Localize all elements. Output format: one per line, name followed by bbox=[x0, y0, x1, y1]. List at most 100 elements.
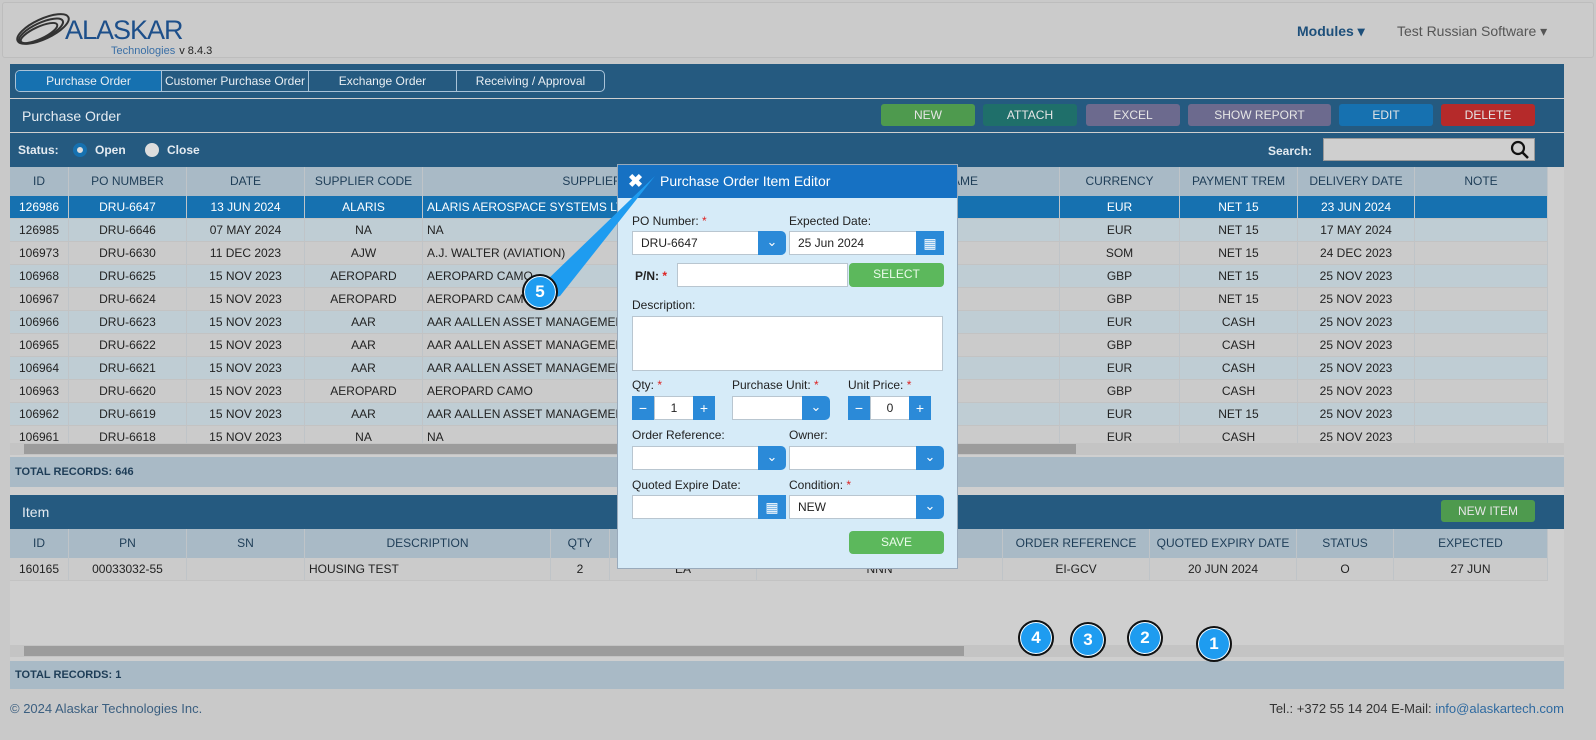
table-cell: EUR bbox=[1060, 403, 1180, 425]
table-cell: O bbox=[1297, 558, 1394, 580]
item-title: Item bbox=[22, 504, 50, 520]
column-header[interactable]: ORDER REFERENCE bbox=[1003, 529, 1150, 558]
table-cell: GBP bbox=[1060, 380, 1180, 402]
column-header[interactable]: EXPECTED bbox=[1394, 529, 1548, 558]
table-cell: DRU-6630 bbox=[69, 242, 187, 264]
tab-exchange-order[interactable]: Exchange Order bbox=[309, 71, 457, 91]
table-cell bbox=[1415, 242, 1548, 264]
table-cell: 00033032-55 bbox=[69, 558, 187, 580]
column-header[interactable]: DESCRIPTION bbox=[305, 529, 551, 558]
chevron-down-icon[interactable]: ⌄ bbox=[802, 396, 830, 420]
table-cell: EUR bbox=[1060, 311, 1180, 333]
search-input[interactable] bbox=[1323, 138, 1535, 161]
owner-label: Owner: bbox=[789, 428, 828, 442]
save-button[interactable]: SAVE bbox=[849, 531, 944, 554]
close-icon[interactable]: ✖ bbox=[628, 165, 643, 198]
table-cell: 106964 bbox=[10, 357, 69, 379]
table-cell: 27 JUN bbox=[1394, 558, 1548, 580]
table-cell bbox=[1415, 219, 1548, 241]
table-cell: 13 JUN 2024 bbox=[187, 196, 305, 218]
table-cell: 25 NOV 2023 bbox=[1298, 334, 1415, 356]
table-cell: NET 15 bbox=[1180, 196, 1298, 218]
search-icon[interactable] bbox=[1510, 140, 1530, 160]
attach-button[interactable]: ATTACH bbox=[983, 104, 1077, 126]
column-header[interactable]: STATUS bbox=[1297, 529, 1394, 558]
show-report-button[interactable]: SHOW REPORT bbox=[1188, 104, 1331, 126]
po-number-select[interactable]: DRU-6647 bbox=[632, 231, 760, 255]
price-minus-button[interactable]: − bbox=[848, 396, 870, 420]
table-cell: 07 MAY 2024 bbox=[187, 219, 305, 241]
table-cell: AAR bbox=[305, 403, 423, 425]
unit-price-label: Unit Price: * bbox=[848, 378, 912, 392]
pn-input[interactable] bbox=[677, 263, 848, 287]
column-header[interactable]: QUOTED EXPIRY DATE bbox=[1150, 529, 1297, 558]
column-header[interactable]: PO NUMBER bbox=[69, 167, 187, 196]
select-button[interactable]: SELECT bbox=[849, 263, 944, 287]
chevron-down-icon[interactable]: ⌄ bbox=[758, 231, 786, 255]
chevron-down-icon[interactable]: ⌄ bbox=[916, 495, 944, 519]
open-radio[interactable] bbox=[73, 143, 87, 157]
delete-button[interactable]: DELETE bbox=[1441, 104, 1535, 126]
column-header[interactable]: ID bbox=[10, 529, 69, 558]
column-header[interactable]: DATE bbox=[187, 167, 305, 196]
column-header[interactable]: NOTE bbox=[1415, 167, 1548, 196]
search-label: Search: bbox=[1268, 144, 1313, 158]
brand-name: ALASKAR bbox=[65, 15, 184, 45]
table-cell bbox=[1415, 196, 1548, 218]
quoted-expire-label: Quoted Expire Date: bbox=[632, 478, 741, 492]
column-header[interactable]: PN bbox=[69, 529, 187, 558]
table-cell bbox=[1415, 288, 1548, 310]
status-label: Status: bbox=[18, 143, 59, 157]
qty-minus-button[interactable]: − bbox=[632, 396, 654, 420]
table-cell: CASH bbox=[1180, 380, 1298, 402]
purchase-unit-select[interactable] bbox=[732, 396, 804, 420]
expected-date-input[interactable]: 25 Jun 2024 bbox=[789, 231, 917, 255]
owner-select[interactable] bbox=[789, 446, 917, 470]
quoted-expire-input[interactable] bbox=[632, 495, 760, 519]
tab-receiving-approval[interactable]: Receiving / Approval bbox=[457, 71, 604, 91]
tab-purchase-order[interactable]: Purchase Order bbox=[16, 71, 162, 91]
table-cell: 106973 bbox=[10, 242, 69, 264]
table-cell: 17 MAY 2024 bbox=[1298, 219, 1415, 241]
table-cell: 11 DEC 2023 bbox=[187, 242, 305, 264]
table-cell: AJW bbox=[305, 242, 423, 264]
table-cell: AEROPARD bbox=[305, 288, 423, 310]
column-header[interactable]: QTY bbox=[551, 529, 610, 558]
column-header[interactable]: PAYMENT TREM bbox=[1180, 167, 1298, 196]
calendar-icon[interactable]: ▦ bbox=[758, 495, 786, 519]
edit-button[interactable]: EDIT bbox=[1339, 104, 1433, 126]
table-cell: EUR bbox=[1060, 219, 1180, 241]
new-button[interactable]: NEW bbox=[881, 104, 975, 126]
email-link[interactable]: info@alaskartech.com bbox=[1435, 701, 1564, 716]
order-reference-select[interactable] bbox=[632, 446, 760, 470]
table-cell: 25 NOV 2023 bbox=[1298, 288, 1415, 310]
column-header[interactable]: SUPPLIER CODE bbox=[305, 167, 423, 196]
condition-select[interactable]: NEW bbox=[789, 495, 917, 519]
qty-input[interactable]: 1 bbox=[654, 396, 694, 420]
excel-button[interactable]: EXCEL bbox=[1086, 104, 1180, 126]
column-header[interactable]: DELIVERY DATE bbox=[1298, 167, 1415, 196]
table-cell bbox=[187, 558, 305, 580]
unit-price-input[interactable]: 0 bbox=[870, 396, 910, 420]
calendar-icon[interactable]: ▦ bbox=[916, 231, 944, 255]
description-textarea[interactable] bbox=[632, 316, 943, 371]
new-item-button[interactable]: NEW ITEM bbox=[1441, 500, 1535, 522]
price-plus-button[interactable]: + bbox=[909, 396, 931, 420]
table-cell bbox=[1415, 357, 1548, 379]
chevron-down-icon[interactable]: ⌄ bbox=[916, 446, 944, 470]
close-radio[interactable] bbox=[145, 143, 159, 157]
tab-customer-purchase-order[interactable]: Customer Purchase Order bbox=[162, 71, 309, 91]
column-header[interactable]: SN bbox=[187, 529, 305, 558]
item-editor-modal: ✖ Purchase Order Item Editor PO Number: *… bbox=[617, 164, 958, 569]
qty-plus-button[interactable]: + bbox=[693, 396, 715, 420]
modules-menu[interactable]: Modules ▾ bbox=[1297, 23, 1365, 40]
item-horizontal-scrollbar[interactable] bbox=[10, 645, 1564, 657]
table-cell: GBP bbox=[1060, 334, 1180, 356]
annotation-badge-3: 3 bbox=[1070, 622, 1106, 658]
column-header[interactable]: ID bbox=[10, 167, 69, 196]
table-cell: EI-GCV bbox=[1003, 558, 1150, 580]
column-header[interactable]: CURRENCY bbox=[1060, 167, 1180, 196]
user-menu[interactable]: Test Russian Software ▾ bbox=[1397, 23, 1547, 40]
chevron-down-icon[interactable]: ⌄ bbox=[758, 446, 786, 470]
table-cell: NET 15 bbox=[1180, 242, 1298, 264]
